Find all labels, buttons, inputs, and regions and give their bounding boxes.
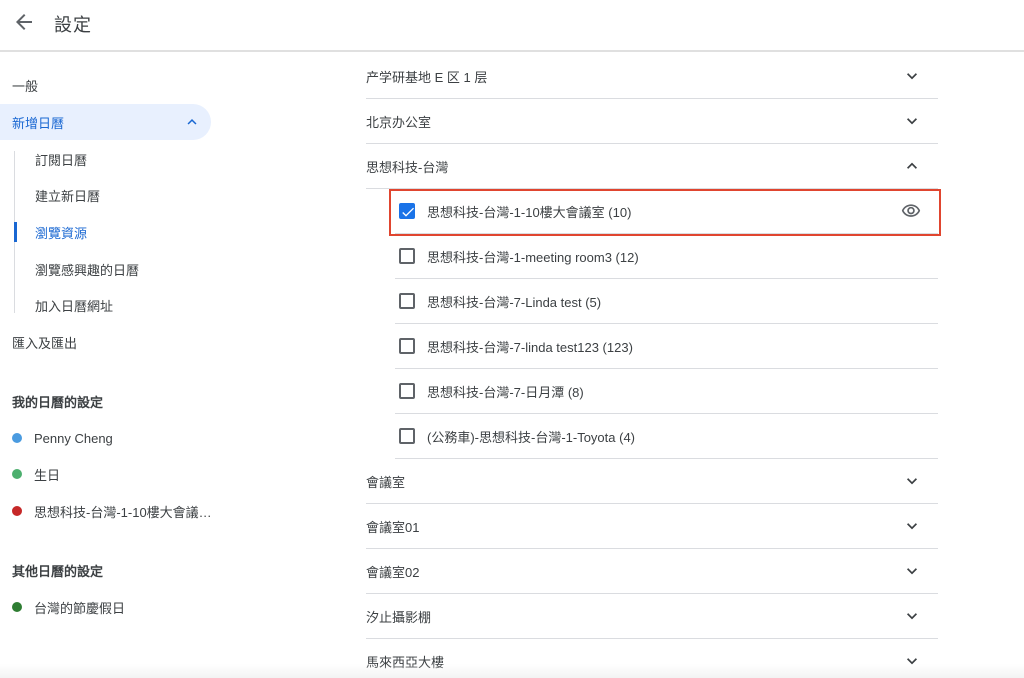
calendar-name: 思想科技-台灣-1-10樓大會議… [34, 504, 212, 520]
calendar-name: 台灣的節慶假日 [34, 600, 126, 616]
resource-label: 思想科技-台灣-1-meeting room3 (12) [427, 249, 639, 265]
sidebar-item-browse-interesting[interactable]: 瀏覽感興趣的日曆 [0, 251, 220, 287]
resource-label: (公務車)-思想科技-台灣-1-Toyota (4) [427, 429, 636, 445]
chevron-down-icon[interactable] [902, 66, 922, 89]
sidebar-item-browse-resources[interactable]: 瀏覽資源 [0, 214, 220, 250]
page-title: 設定 [54, 15, 92, 35]
resource-label: 思想科技-台灣-7-linda test123 (123) [427, 339, 633, 355]
group-label: 北京办公室 [366, 114, 432, 130]
my-calendar-item[interactable]: Penny Cheng [0, 420, 113, 456]
settings-sidebar: 一般 新增日曆 訂閱日曆 建立新日曆 瀏覽資源 瀏覽感興趣的日曆 加入日曆網址 … [0, 52, 240, 678]
calendar-color-dot [12, 602, 22, 612]
resource-checkbox[interactable] [399, 428, 415, 444]
chevron-down-icon[interactable] [902, 561, 922, 584]
calendar-name: 生日 [34, 467, 61, 483]
sidebar-item-add-by-url[interactable]: 加入日曆網址 [0, 287, 220, 323]
calendar-color-dot [12, 506, 22, 516]
resource-checkbox[interactable] [399, 248, 415, 264]
chevron-up-icon[interactable] [902, 156, 922, 179]
calendar-color-dot [12, 469, 22, 479]
resource-group-row[interactable]: 产学研基地 E 区 1 层 [366, 54, 938, 99]
section-heading: 其他日曆的設定 [12, 563, 104, 579]
sidebar-item-label: 訂閱日曆 [35, 152, 88, 168]
chevron-down-icon[interactable] [902, 471, 922, 494]
resource-checkbox[interactable] [399, 383, 415, 399]
group-label: 思想科技-台灣 [366, 159, 449, 175]
other-calendar-item[interactable]: 台灣的節慶假日 [0, 589, 125, 625]
resource-checkbox[interactable] [399, 293, 415, 309]
sidebar-item-label: 瀏覽感興趣的日曆 [35, 262, 140, 278]
my-calendar-item[interactable]: 思想科技-台灣-1-10樓大會議… [0, 493, 212, 529]
sidebar-item-general[interactable]: 一般 [0, 67, 211, 103]
sidebar-item-label: 匯入及匯出 [12, 335, 78, 351]
resource-item[interactable]: (公務車)-思想科技-台灣-1-Toyota (4) [395, 414, 938, 459]
resource-item[interactable]: 思想科技-台灣-7-日月潭 (8) [395, 369, 938, 414]
resource-label: 思想科技-台灣-7-日月潭 (8) [427, 384, 584, 400]
sidebar-item-import-export[interactable]: 匯入及匯出 [0, 324, 211, 360]
resource-group-row[interactable]: 會議室02 [366, 549, 938, 594]
sidebar-item-label: 加入日曆網址 [35, 298, 114, 314]
resource-group-row[interactable]: 會議室 [366, 459, 938, 504]
resource-item[interactable]: 思想科技-台灣-1-meeting room3 (12) [395, 234, 938, 279]
resource-label: 思想科技-台灣-7-Linda test (5) [427, 294, 602, 310]
chevron-down-icon[interactable] [902, 516, 922, 539]
calendar-name: Penny Cheng [34, 430, 113, 446]
sidebar-item-label: 一般 [12, 78, 39, 94]
chevron-up-icon [183, 113, 201, 134]
other-calendars-heading: 其他日曆的設定 [0, 552, 103, 588]
app-header: 設定 [0, 0, 1024, 52]
group-label: 會議室02 [366, 564, 420, 580]
group-label: 汐止攝影棚 [366, 609, 432, 625]
group-label: 會議室 [366, 474, 406, 490]
my-calendars-heading: 我的日曆的設定 [0, 383, 103, 419]
resource-checkbox[interactable] [399, 338, 415, 354]
group-label: 會議室01 [366, 519, 420, 535]
calendar-color-dot [12, 433, 22, 443]
sidebar-item-label: 新增日曆 [12, 115, 65, 131]
scroll-shadow [0, 664, 1024, 678]
chevron-down-icon[interactable] [902, 111, 922, 134]
chevron-down-icon[interactable] [902, 606, 922, 629]
sidebar-item-add-calendar[interactable]: 新增日曆 [0, 104, 211, 140]
back-arrow-icon[interactable] [12, 10, 36, 34]
section-heading: 我的日曆的設定 [12, 394, 104, 410]
resource-group-row[interactable]: 會議室01 [366, 504, 938, 549]
sidebar-item-create-calendar[interactable]: 建立新日曆 [0, 177, 220, 213]
resource-item[interactable]: 思想科技-台灣-7-Linda test (5) [395, 279, 938, 324]
resource-item[interactable]: 思想科技-台灣-7-linda test123 (123) [395, 324, 938, 369]
group-label: 产学研基地 E 区 1 层 [366, 69, 488, 85]
resource-group-row-expanded[interactable]: 思想科技-台灣 [366, 144, 938, 189]
sidebar-item-label: 瀏覽資源 [35, 225, 88, 241]
sidebar-item-subscribe[interactable]: 訂閱日曆 [0, 141, 220, 177]
selection-highlight-box [389, 189, 941, 236]
resource-group-row[interactable]: 北京办公室 [366, 99, 938, 144]
my-calendar-item[interactable]: 生日 [0, 456, 60, 492]
sidebar-item-label: 建立新日曆 [35, 188, 101, 204]
resource-group-row[interactable]: 汐止攝影棚 [366, 594, 938, 639]
